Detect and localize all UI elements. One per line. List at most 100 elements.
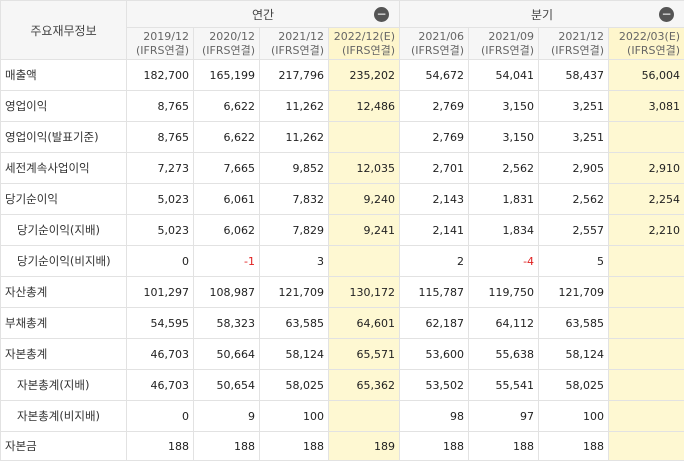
value-cell: 5,023 [126,183,194,215]
value-cell: 58,025 [538,369,610,401]
value-cell: 8,765 [126,90,194,122]
table-row: 자본총계 46,703 50,664 58,124 65,571 53,600 55,638… [0,338,684,370]
annual-collapse-button[interactable]: − [374,7,390,22]
value-cell: 54,672 [399,59,470,91]
value-cell: 12,486 [327,90,401,122]
value-cell [608,245,684,277]
value-cell: 6,622 [193,121,260,153]
quarterly-collapse-button[interactable]: − [659,7,675,22]
table-row: 세전계속사업이익 7,273 7,665 9,852 12,035 2,701 2,562 2… [0,152,684,184]
value-cell: 3,081 [608,90,684,122]
value-cell: 2,143 [399,183,470,215]
value-cell: 0 [126,400,194,432]
value-cell: 100 [538,400,610,432]
value-cell: 0 [126,245,194,277]
value-cell [608,400,684,432]
period-basis: (IFRS연결) [551,43,605,57]
value-cell: 2,141 [399,214,470,246]
value-cell [327,121,401,153]
period-header: 2020/12 (IFRS연결) [193,27,260,60]
period-date: 2021/09 [488,29,535,43]
value-cell: 2,910 [608,152,684,184]
period-header: 2021/12 (IFRS연결) [538,27,610,60]
table-row: 부채총계 54,595 58,323 63,585 64,601 62,187 64,112… [0,307,684,339]
row-label: 당기순이익(지배) [0,214,127,246]
value-cell: 58,437 [538,59,610,91]
value-cell: 188 [259,431,329,461]
value-cell: 2,562 [468,152,540,184]
value-cell: 217,796 [259,59,329,91]
period-header: 2022/12(E) (IFRS연결) [327,27,401,60]
value-cell: 2,701 [399,152,470,184]
value-cell: 235,202 [327,59,401,91]
value-cell: 115,787 [399,276,470,308]
value-cell: 7,665 [193,152,260,184]
value-cell: 1,831 [468,183,540,215]
row-label: 영업이익(발표기준) [0,121,127,153]
row-label: 자산총계 [0,276,127,308]
value-cell: 98 [399,400,470,432]
value-cell [608,276,684,308]
table-row: 당기순이익(지배) 5,023 6,062 7,829 9,241 2,141 1,834 2… [0,214,684,246]
value-cell: 11,262 [259,90,329,122]
value-cell: 188 [126,431,194,461]
value-cell: 12,035 [327,152,401,184]
value-cell: 8,765 [126,121,194,153]
value-cell: 54,595 [126,307,194,339]
period-header: 2022/03(E) (IFRS연결) [608,27,684,60]
value-cell: 55,638 [468,338,540,370]
value-cell: 188 [538,431,610,461]
period-date: 2022/12(E) [333,29,396,43]
value-cell: 63,585 [538,307,610,339]
value-cell [608,338,684,370]
row-label: 자본총계(비지배) [0,400,127,432]
value-cell: 6,061 [193,183,260,215]
row-label: 매출액 [0,59,127,91]
value-cell: 3 [259,245,329,277]
value-cell: 97 [468,400,540,432]
value-cell: 5,023 [126,214,194,246]
value-cell: 11,262 [259,121,329,153]
value-cell: 100 [259,400,329,432]
period-basis: (IFRS연결) [627,43,681,57]
annual-group-label: 연간 [251,7,275,22]
value-cell: 188 [193,431,260,461]
corner-label: 주요재무정보 [0,0,127,60]
value-cell: 56,004 [608,59,684,91]
value-cell: 121,709 [538,276,610,308]
value-cell [608,431,684,461]
value-cell: 50,654 [193,369,260,401]
period-date: 2021/06 [418,29,465,43]
value-cell [608,369,684,401]
value-cell: 64,112 [468,307,540,339]
period-header: 2019/12 (IFRS연결) [126,27,194,60]
value-cell: 53,502 [399,369,470,401]
row-label: 자본금 [0,431,127,461]
value-cell [608,307,684,339]
value-cell: 9,240 [327,183,401,215]
row-label: 부채총계 [0,307,127,339]
value-cell: 62,187 [399,307,470,339]
value-cell: 50,664 [193,338,260,370]
period-date: 2021/12 [558,29,605,43]
value-cell: 6,062 [193,214,260,246]
row-label: 자본총계 [0,338,127,370]
value-cell: 2,557 [538,214,610,246]
value-cell: 65,362 [327,369,401,401]
period-basis: (IFRS연결) [411,43,465,57]
table-row: 영업이익 8,765 6,622 11,262 12,486 2,769 3,150 3,25… [0,90,684,122]
value-cell: 2,254 [608,183,684,215]
value-cell [327,400,401,432]
value-cell: 65,571 [327,338,401,370]
financial-summary-table: 주요재무정보 연간 − 분기 − 2019/12 (IFRS연결) 2020/12(… [0,0,684,461]
value-cell: -4 [468,245,540,277]
value-cell: 1,834 [468,214,540,246]
value-cell: 108,987 [193,276,260,308]
period-date: 2020/12 [209,29,255,43]
value-cell: 2,210 [608,214,684,246]
period-basis: (IFRS연결) [342,43,396,57]
value-cell: 3,251 [538,90,610,122]
table-row: 자본금 188 188 188 189 188 188 188 [0,431,684,461]
value-cell: 130,172 [327,276,401,308]
period-header: 2021/06 (IFRS연결) [399,27,470,60]
